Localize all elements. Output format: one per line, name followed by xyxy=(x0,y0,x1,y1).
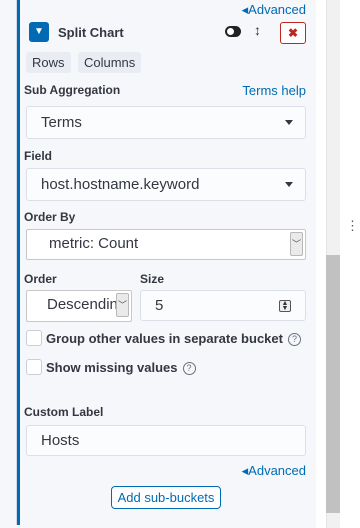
custom-label-label: Custom Label xyxy=(24,405,104,419)
field-value: host.hostname.keyword xyxy=(41,176,200,193)
show-missing-checkbox[interactable] xyxy=(26,359,42,375)
custom-label-input[interactable]: Hosts xyxy=(26,425,306,456)
order-select[interactable]: Descendin ﹀ xyxy=(26,290,132,322)
tab-columns[interactable]: Columns xyxy=(77,52,142,73)
toggle-aggregation-icon[interactable] xyxy=(225,26,241,37)
scrollbar-thumb[interactable] xyxy=(326,255,340,513)
add-sub-buckets-button[interactable]: Add sub-buckets xyxy=(111,486,221,509)
split-chart-header: ▼ Split Chart ↕ ✖ xyxy=(24,22,306,44)
help-icon[interactable]: ? xyxy=(182,362,196,375)
split-chart-title: Split Chart xyxy=(58,25,124,40)
show-missing-checkbox-row[interactable]: Show missing values? xyxy=(26,358,308,378)
size-input[interactable]: 5 ▲ ▼ xyxy=(140,290,306,321)
dropdown-arrow-icon: ﹀ xyxy=(290,232,303,256)
order-by-label: Order By xyxy=(24,210,76,224)
terms-help-link[interactable]: Terms help xyxy=(24,83,306,98)
chevron-down-icon xyxy=(285,120,293,125)
sub-aggregation-select[interactable]: Terms xyxy=(26,106,306,139)
field-select[interactable]: host.hostname.keyword xyxy=(26,168,306,201)
size-label: Size xyxy=(140,272,165,286)
order-value: Descendin xyxy=(47,296,118,313)
group-other-checkbox-row[interactable]: Group other values in separate bucket? xyxy=(26,329,308,349)
show-missing-label: Show missing values? xyxy=(46,360,196,375)
tab-rows[interactable]: Rows xyxy=(26,52,71,73)
spinner-icon[interactable]: ▲ ▼ xyxy=(279,300,291,312)
panel-accent-bar xyxy=(17,0,20,525)
order-by-value: metric: Count xyxy=(49,235,139,252)
advanced-toggle-top[interactable]: ◂Advanced xyxy=(24,2,306,18)
custom-label-value: Hosts xyxy=(41,432,80,449)
dropdown-arrow-icon: ﹀ xyxy=(116,293,129,317)
sub-aggregation-value: Terms xyxy=(41,114,82,131)
size-value: 5 xyxy=(155,297,164,314)
advanced-toggle-bottom[interactable]: ◂Advanced xyxy=(24,463,306,479)
remove-aggregation-button[interactable]: ✖ xyxy=(280,22,306,44)
help-icon[interactable]: ? xyxy=(287,333,301,346)
resize-handle-icon[interactable]: ⋮ xyxy=(346,218,359,234)
group-other-label: Group other values in separate bucket? xyxy=(46,331,301,346)
chevron-down-icon xyxy=(285,182,293,187)
group-other-checkbox[interactable] xyxy=(26,330,42,346)
split-mode-tabs: Rows Columns xyxy=(26,52,144,73)
order-label: Order xyxy=(24,272,57,286)
drag-handle-icon[interactable]: ↕ xyxy=(254,22,261,38)
field-label: Field xyxy=(24,149,53,163)
collapse-chevron-icon[interactable]: ▼ xyxy=(29,22,49,42)
aggregation-panel: ◂Advanced ▼ Split Chart ↕ ✖ Rows Columns… xyxy=(0,0,316,528)
order-by-select[interactable]: metric: Count ﹀ xyxy=(26,229,306,260)
